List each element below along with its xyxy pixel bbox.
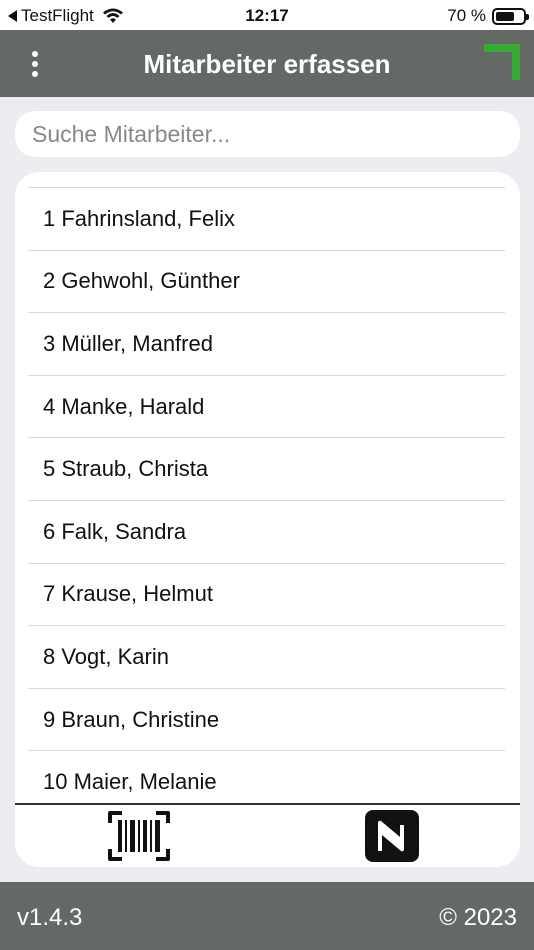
employee-list-item[interactable]: 3 Müller, Manfred: [28, 313, 505, 376]
nfc-scan-button[interactable]: [364, 809, 420, 863]
nfc-icon: [365, 810, 419, 862]
employee-list-item[interactable]: 1 Fahrinsland, Felix: [28, 188, 505, 251]
app-footer: v1.4.3 © 2023: [0, 882, 534, 950]
brand-logo-icon: [484, 44, 520, 80]
employee-list-item[interactable]: 5 Straub, Christa: [28, 438, 505, 501]
employee-list-item[interactable]: 9 Braun, Christine: [28, 689, 505, 752]
copyright-label: © 2023: [439, 904, 517, 931]
divider: [15, 803, 520, 805]
employee-list-item[interactable]: 2 Gehwohl, Günther: [28, 251, 505, 314]
employee-list-item[interactable]: 7 Krause, Helmut: [28, 564, 505, 627]
employee-list[interactable]: 1 Fahrinsland, Felix 2 Gehwohl, Günther 3 …: [28, 187, 505, 803]
page-title: Mitarbeiter erfassen: [143, 49, 391, 79]
search-input[interactable]: [15, 111, 520, 157]
barcode-scan-icon: [108, 811, 170, 861]
employee-list-card: 1 Fahrinsland, Felix 2 Gehwohl, Günther 3 …: [15, 172, 520, 867]
battery-percentage: 70 %: [447, 6, 486, 25]
status-bar: TestFlight 12:17 70 %: [0, 0, 534, 30]
employee-list-item[interactable]: 4 Manke, Harald: [28, 376, 505, 439]
battery-icon: [492, 7, 529, 25]
app-header: Mitarbeiter erfassen: [0, 30, 534, 97]
barcode-scan-button[interactable]: [106, 809, 172, 863]
employee-list-item[interactable]: 8 Vogt, Karin: [28, 626, 505, 689]
version-label: v1.4.3: [17, 904, 83, 931]
employee-list-item[interactable]: 6 Falk, Sandra: [28, 501, 505, 564]
employee-list-item[interactable]: 10 Maier, Melanie: [28, 751, 505, 803]
